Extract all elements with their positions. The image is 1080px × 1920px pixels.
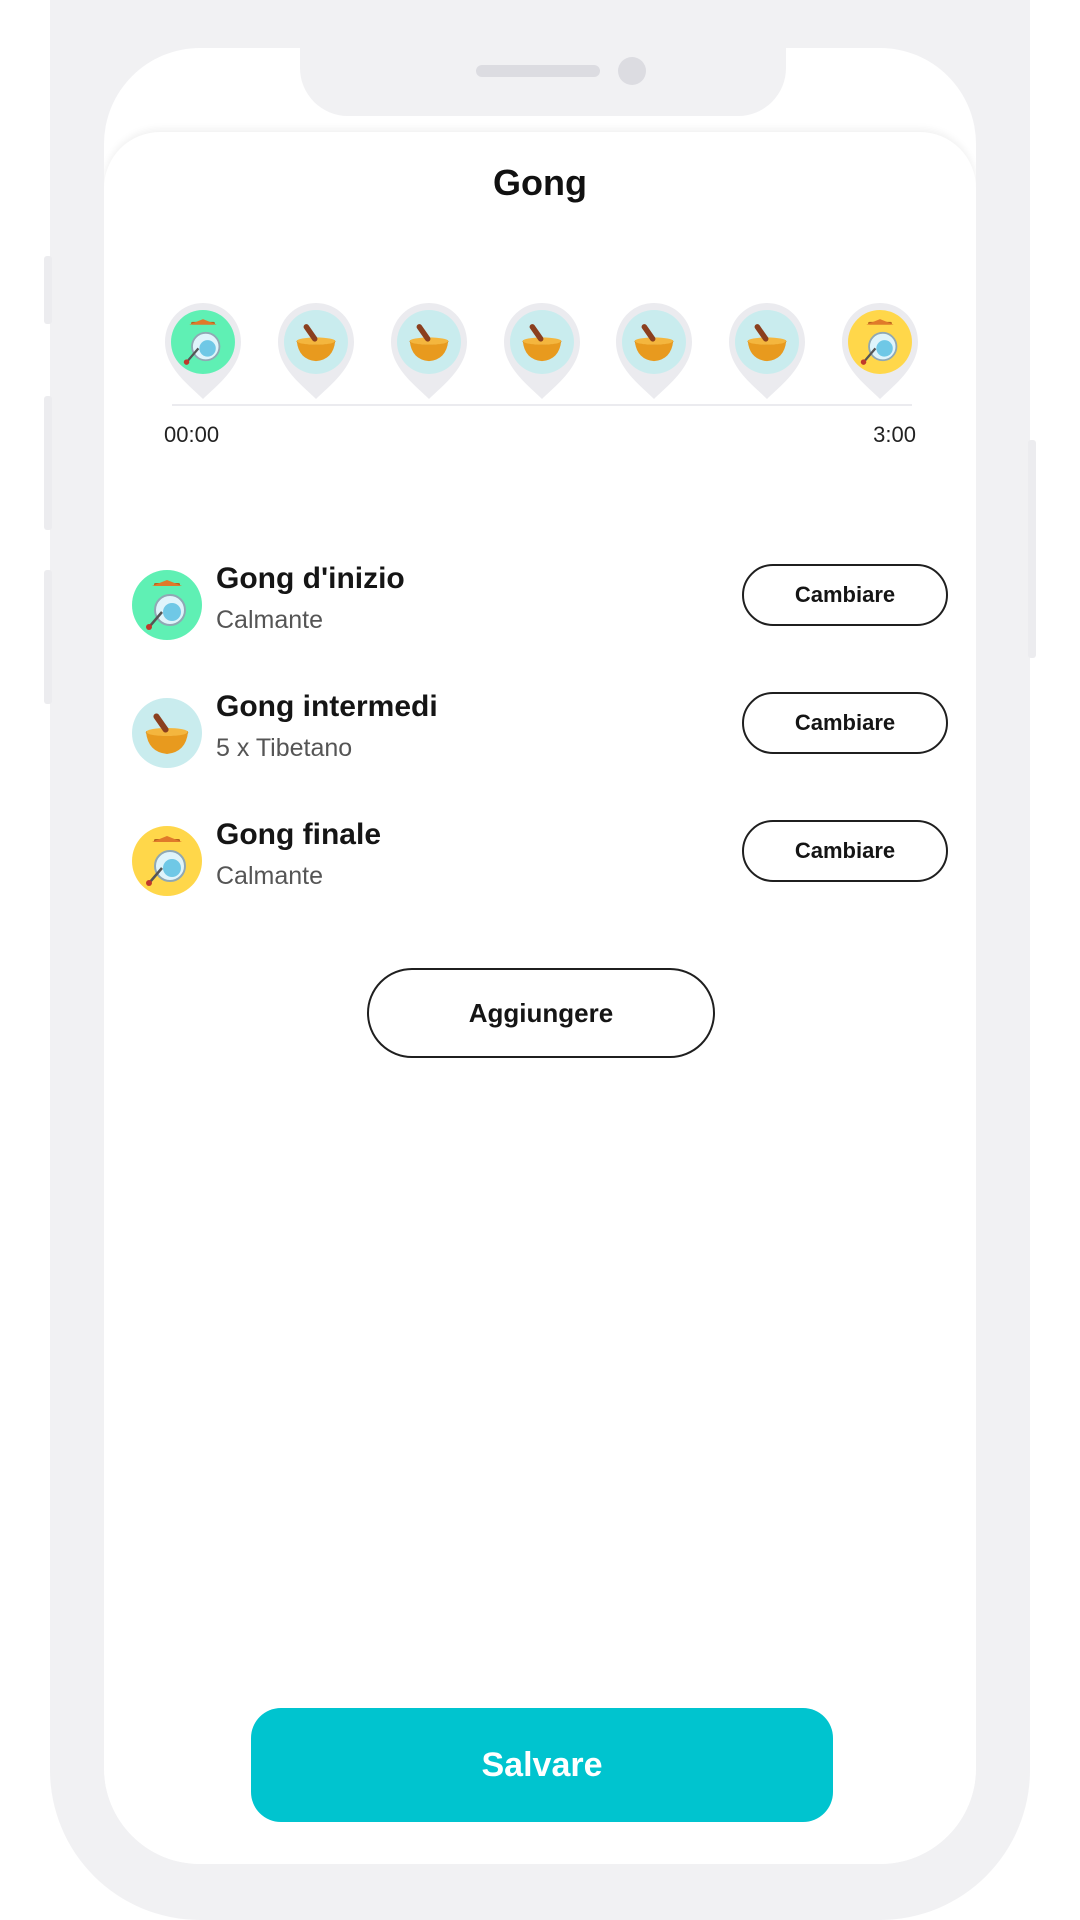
gong-name: Gong d'inizio <box>216 562 405 595</box>
add-gong-button[interactable]: Aggiungere <box>367 968 715 1058</box>
gong-sound: Calmante <box>216 606 323 634</box>
timeline-marker-bowl[interactable] <box>277 302 355 400</box>
phone-side-button <box>44 256 52 324</box>
gong-row-intermediate: Gong intermedi 5 x Tibetano Cambiare <box>132 690 948 780</box>
speaker-grille <box>476 65 600 77</box>
singing-bowl-icon <box>132 698 202 768</box>
gong-sound: 5 x Tibetano <box>216 734 353 762</box>
change-end-gong-button[interactable]: Cambiare <box>742 820 948 882</box>
timeline-marker-bowl[interactable] <box>390 302 468 400</box>
timeline-start-label: 00:00 <box>164 422 220 447</box>
timeline-end-label: 3:00 <box>873 422 916 447</box>
change-intermediate-gong-button[interactable]: Cambiare <box>742 692 948 754</box>
phone-side-button <box>44 570 52 704</box>
timeline-marker-gong[interactable] <box>164 302 242 400</box>
timeline-marker-gong[interactable] <box>841 302 919 400</box>
gong-row-end: Gong finale Calmante Cambiare <box>132 818 948 908</box>
gong-icon <box>132 826 202 896</box>
front-camera <box>618 57 646 85</box>
gong-row-start: Gong d'inizio Calmante Cambiare <box>132 562 948 652</box>
change-start-gong-button[interactable]: Cambiare <box>742 564 948 626</box>
phone-side-button <box>1028 440 1036 658</box>
timeline-marker-bowl[interactable] <box>503 302 581 400</box>
phone-screen: Gong 00:00 3:00 Gong d'inizio Calmante C… <box>104 48 976 1864</box>
page-title: Gong <box>493 162 587 203</box>
gong-name: Gong intermedi <box>216 690 438 723</box>
timeline-marker-bowl[interactable] <box>728 302 806 400</box>
gong-name: Gong finale <box>216 818 381 851</box>
phone-notch <box>300 48 786 116</box>
save-button[interactable]: Salvare <box>251 1708 833 1822</box>
gong-sheet: Gong 00:00 3:00 Gong d'inizio Calmante C… <box>104 132 976 1864</box>
gong-sound: Calmante <box>216 862 323 890</box>
gong-icon <box>132 570 202 640</box>
timeline-track <box>172 404 912 406</box>
timeline-marker-bowl[interactable] <box>615 302 693 400</box>
phone-side-button <box>44 396 52 530</box>
